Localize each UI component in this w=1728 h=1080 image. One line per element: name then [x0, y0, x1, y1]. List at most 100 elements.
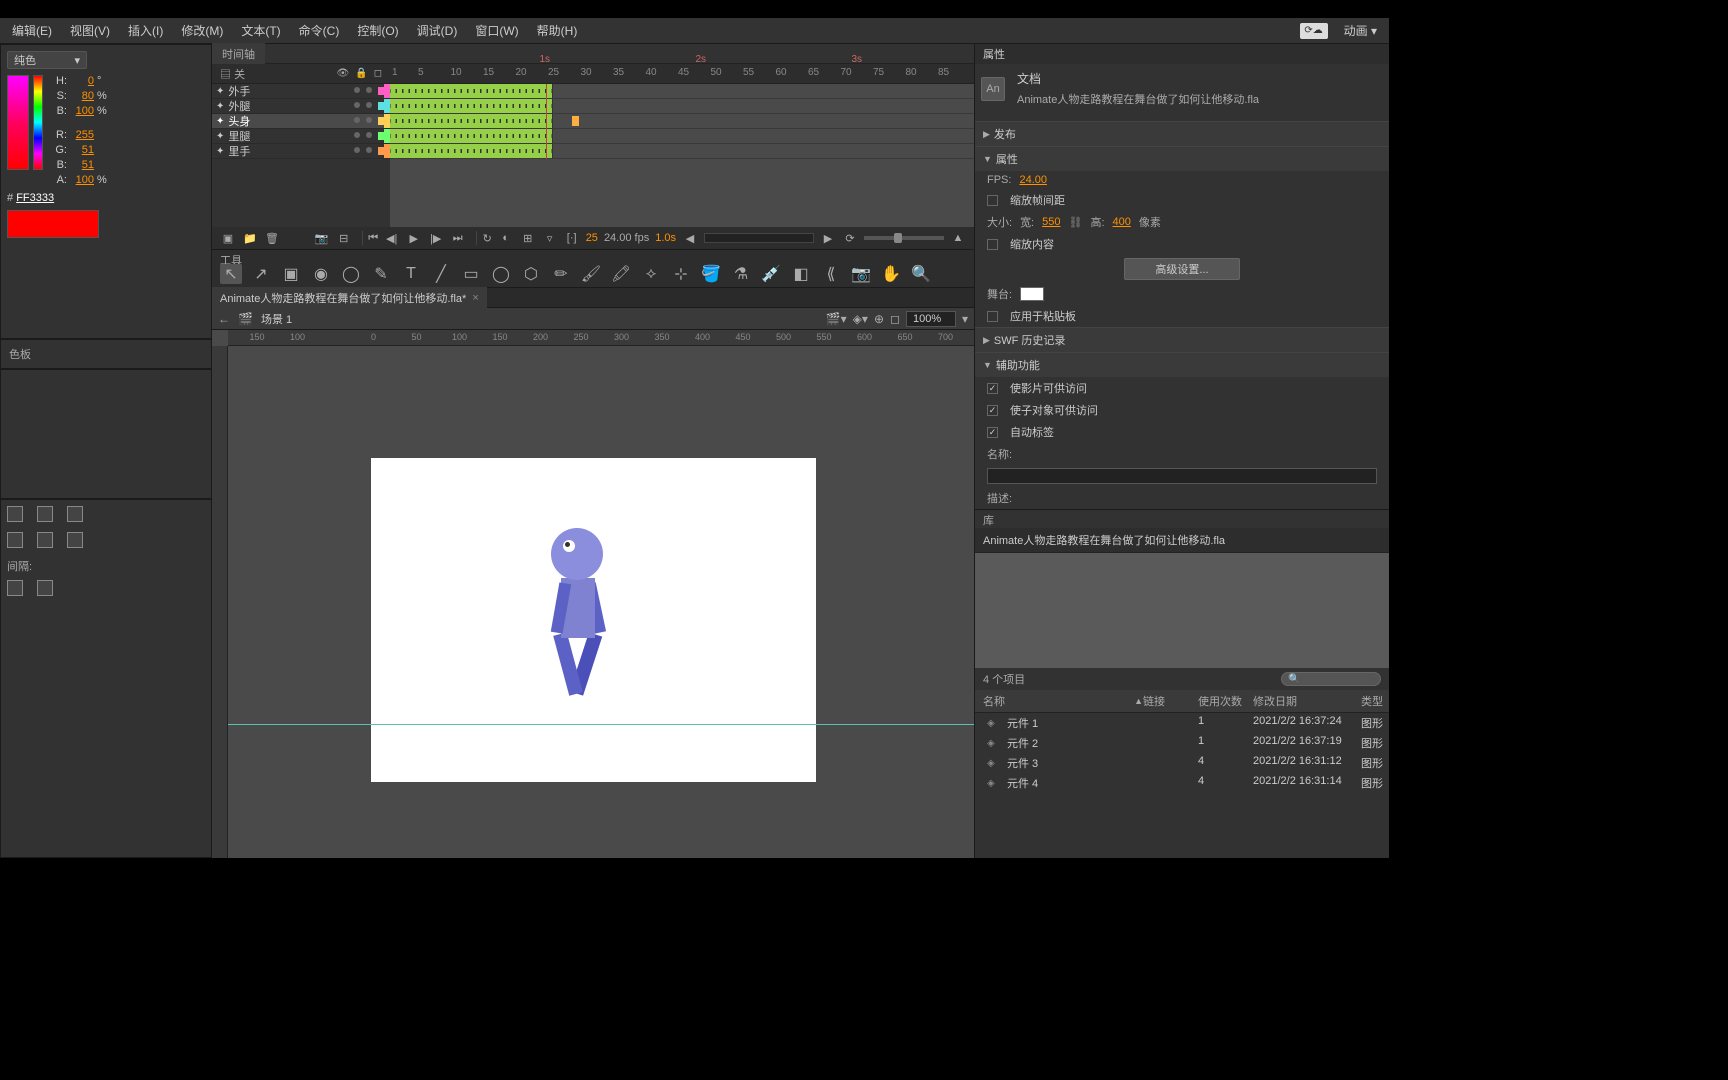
hue-value[interactable]: 0: [70, 75, 94, 87]
zoom-tool[interactable]: 🔍: [910, 264, 932, 284]
menu-control[interactable]: 控制(O): [349, 18, 406, 43]
layer-row[interactable]: ✦里手: [212, 144, 390, 159]
clip-stage-icon[interactable]: ◻: [890, 312, 900, 326]
properties-tab[interactable]: 属性: [983, 46, 1005, 62]
paint-brush-tool[interactable]: 🖍: [610, 264, 632, 284]
track-row[interactable]: [390, 144, 974, 159]
stage-height[interactable]: 400: [1113, 216, 1131, 228]
pencil-tool[interactable]: ✏: [550, 264, 572, 284]
bone-tool[interactable]: ⟡: [640, 264, 662, 284]
blue-value[interactable]: 51: [70, 159, 94, 171]
lib-col-count[interactable]: 使用次数: [1198, 693, 1253, 709]
swatches-panel-tab[interactable]: 色板: [0, 339, 212, 369]
step-back-icon[interactable]: ◀|: [384, 231, 400, 245]
swf-history-section[interactable]: ▶SWF 历史记录: [975, 328, 1389, 352]
zoom-dropdown[interactable]: 100%: [906, 311, 956, 327]
new-folder-icon[interactable]: 📁: [242, 231, 258, 245]
rectangle-tool[interactable]: ▭: [460, 264, 482, 284]
lock-icon[interactable]: 🔒: [355, 68, 367, 79]
outline-icon[interactable]: ◻: [374, 68, 382, 79]
document-tab[interactable]: Animate人物走路教程在舞台做了如何让他移动.fla*×: [212, 287, 487, 309]
play-icon[interactable]: ▶: [406, 231, 422, 245]
layer-row[interactable]: ✦外手: [212, 84, 390, 99]
alpha-value[interactable]: 100: [70, 174, 94, 186]
eraser-tool[interactable]: ◧: [790, 264, 812, 284]
oval-tool[interactable]: ◯: [490, 264, 512, 284]
camera-tool[interactable]: 📷: [850, 264, 872, 284]
lib-col-link[interactable]: 链接: [1143, 693, 1198, 709]
width-tool[interactable]: ⟪: [820, 264, 842, 284]
layer-row[interactable]: ✦头身: [212, 114, 390, 129]
close-tab-icon[interactable]: ×: [472, 292, 478, 304]
canvas[interactable]: [371, 458, 816, 782]
match-size-icon[interactable]: [67, 532, 83, 548]
eyedropper-tool[interactable]: 💉: [760, 264, 782, 284]
pen-tool[interactable]: ✎: [370, 264, 392, 284]
space-h-icon[interactable]: [7, 580, 23, 596]
advanced-settings-button[interactable]: 高级设置...: [1124, 258, 1239, 280]
library-item[interactable]: ◈元件 112021/2/2 16:37:24图形: [975, 713, 1389, 733]
red-value[interactable]: 255: [70, 129, 94, 141]
track-row[interactable]: [390, 84, 974, 99]
sat-value[interactable]: 80: [70, 90, 94, 102]
acc-child-checkbox[interactable]: ✓: [987, 405, 998, 416]
menu-help[interactable]: 帮助(H): [529, 18, 586, 43]
hue-slider[interactable]: [33, 75, 43, 170]
stage-width[interactable]: 550: [1042, 216, 1060, 228]
distribute-h-icon[interactable]: [7, 532, 23, 548]
center-stage-icon[interactable]: ⊕: [874, 312, 884, 326]
current-frame[interactable]: 25: [586, 232, 598, 244]
edit-multi-icon[interactable]: ⊞: [520, 231, 536, 245]
apply-paste-checkbox[interactable]: [987, 311, 998, 322]
timeline-ruler[interactable]: 15101520253035404550556065707580851s2s3s: [390, 64, 974, 83]
acc-name-input[interactable]: [987, 468, 1377, 484]
menu-debug[interactable]: 调试(D): [409, 18, 466, 43]
camera-icon[interactable]: 📷: [314, 231, 330, 245]
step-fwd-icon[interactable]: |▶: [428, 231, 444, 245]
saturation-picker[interactable]: [7, 75, 29, 170]
hex-value[interactable]: FF3333: [16, 192, 54, 204]
library-item[interactable]: ◈元件 442021/2/2 16:31:14图形: [975, 773, 1389, 793]
publish-section[interactable]: ▶发布: [975, 122, 1389, 146]
visibility-icon[interactable]: 👁: [337, 68, 350, 79]
space-v-icon[interactable]: [37, 580, 53, 596]
menu-text[interactable]: 文本(T): [233, 18, 288, 43]
acc-movie-checkbox[interactable]: ✓: [987, 383, 998, 394]
scale-content-checkbox[interactable]: [987, 239, 998, 250]
current-color-swatch[interactable]: [7, 210, 99, 238]
layer-row[interactable]: ✦外腿: [212, 99, 390, 114]
timeline-scroll[interactable]: [704, 233, 814, 243]
green-value[interactable]: 51: [70, 144, 94, 156]
layer-row[interactable]: ✦里腿: [212, 129, 390, 144]
marker2-icon[interactable]: [·]: [564, 231, 580, 245]
menu-window[interactable]: 窗口(W): [467, 18, 526, 43]
menu-command[interactable]: 命令(C): [291, 18, 348, 43]
playhead[interactable]: [546, 84, 547, 159]
sync-settings-icon[interactable]: ⟳☁: [1300, 23, 1328, 39]
center-frame-icon[interactable]: ⊟: [336, 231, 352, 245]
stage[interactable]: 1001500501001502002503003504004505005506…: [212, 330, 974, 858]
workspace-dropdown[interactable]: 动画 ▾: [1336, 18, 1385, 43]
new-layer-icon[interactable]: ▣: [220, 231, 236, 245]
brush-tool[interactable]: 🖌: [580, 264, 602, 284]
timeline-tab[interactable]: 时间轴: [212, 43, 265, 65]
menu-view[interactable]: 视图(V): [62, 18, 118, 43]
line-tool[interactable]: ╱: [430, 264, 452, 284]
goto-last-icon[interactable]: ⏭: [450, 231, 466, 245]
onion-skin-icon[interactable]: ◐: [498, 231, 514, 245]
lasso-tool[interactable]: ◯: [340, 264, 362, 284]
fill-type-dropdown[interactable]: 纯色▾: [7, 51, 87, 69]
lib-col-type[interactable]: 类型: [1361, 693, 1389, 709]
delete-layer-icon[interactable]: 🗑: [264, 231, 280, 245]
library-search-input[interactable]: 🔍: [1281, 672, 1381, 686]
accessibility-section[interactable]: ▼辅助功能: [975, 353, 1389, 377]
scene-name[interactable]: 场景 1: [261, 311, 292, 327]
selection-tool[interactable]: ↖: [220, 264, 242, 284]
bright-value[interactable]: 100: [70, 105, 94, 117]
lib-col-date[interactable]: 修改日期: [1253, 693, 1361, 709]
scale-frame-checkbox[interactable]: [987, 195, 998, 206]
library-item[interactable]: ◈元件 212021/2/2 16:37:19图形: [975, 733, 1389, 753]
track-row[interactable]: [390, 99, 974, 114]
timeline-fit-icon[interactable]: ▲: [950, 231, 966, 245]
zoom-dropdown-arrow[interactable]: ▾: [962, 312, 968, 326]
